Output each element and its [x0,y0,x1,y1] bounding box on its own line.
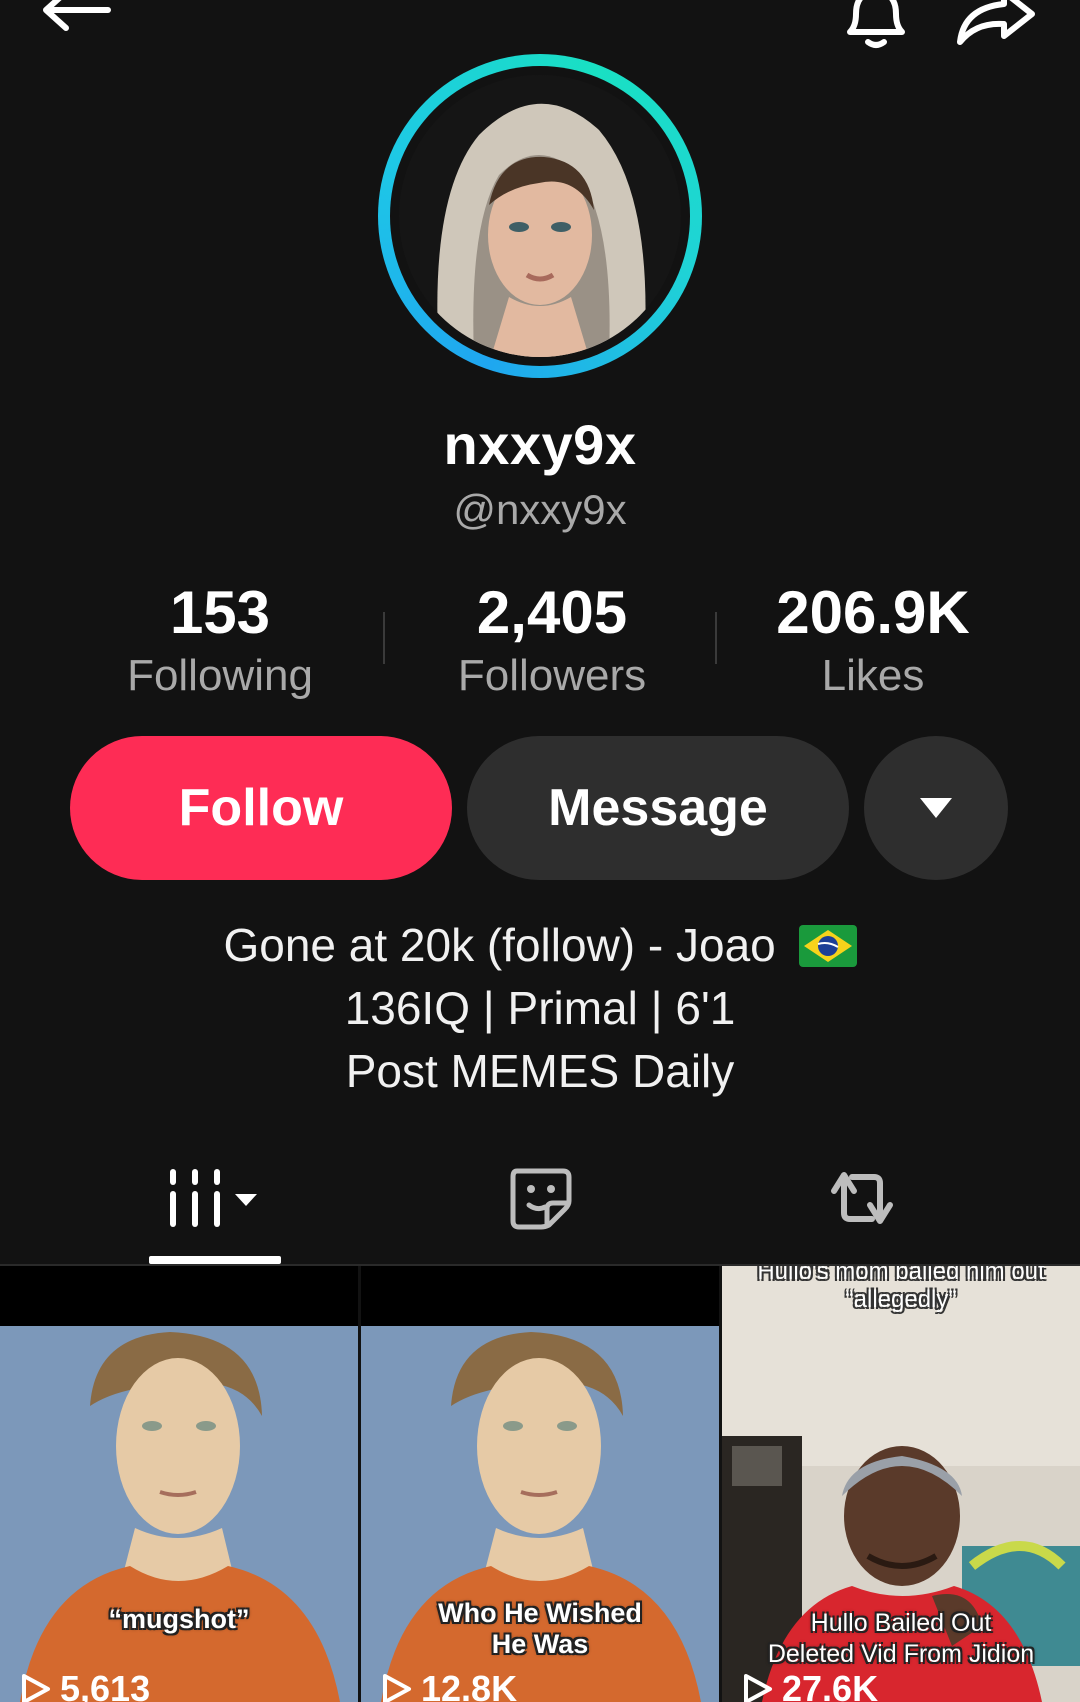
liked-sticker-icon [510,1168,572,1230]
avatar [399,75,681,357]
stat-divider [383,612,385,664]
video-thumbnail[interactable]: Hullo's mom bailed him out “allegedly” H… [722,1266,1080,1702]
caret-down-icon [920,798,952,818]
likes-label: Likes [821,651,925,700]
more-options-button[interactable] [864,736,1008,880]
following-count: 153 [169,579,271,646]
profile-tabs [0,1160,1080,1264]
play-icon [744,1674,772,1702]
following-stat[interactable]: 153 Following [100,578,340,704]
username: @nxxy9x [453,486,627,533]
view-count-text: 12.8K [421,1668,518,1702]
follow-button[interactable]: Follow [70,736,452,880]
view-count: 27.6K [740,1668,878,1702]
view-count: 12.8K [379,1668,517,1702]
bio-line-1: Gone at 20k (follow) - Joao [0,914,1080,977]
video-caption-line: Who He Wished [438,1598,642,1628]
profile-stats: 153 Following 2,405 Followers 206.9K Lik… [0,578,1080,708]
view-count: 5,613 [18,1668,150,1702]
video-thumbnail[interactable]: Who He Wished He Was 12.8K [361,1266,719,1702]
video-caption-line: Hullo Bailed Out [810,1609,992,1637]
back-button[interactable] [36,0,116,50]
display-name: nxxy9x [443,413,637,476]
video-grid: “mugshot” 5,613 Who He Wished He Was 12.… [0,1266,1080,1702]
active-tab-indicator [149,1256,281,1264]
bio: Gone at 20k (follow) - Joao 136IQ | Prim… [0,914,1080,1103]
avatar-ring-gap [390,66,690,366]
video-thumbnail[interactable]: “mugshot” 5,613 [0,1266,358,1702]
view-count-text: 27.6K [782,1668,879,1702]
tab-liked[interactable] [490,1160,590,1236]
video-top-caption-line: Hullo's mom bailed him out [757,1266,1045,1285]
bio-line-3: Post MEMES Daily [345,1045,735,1097]
bio-line-2: 136IQ | Primal | 6'1 [344,982,736,1034]
message-button[interactable]: Message [467,736,849,880]
play-icon [383,1674,411,1702]
bell-icon [847,0,905,48]
video-caption-line: He Was [491,1629,589,1659]
video-caption: Who He Wished He Was [361,1598,719,1660]
video-top-caption-line: “allegedly” [845,1286,957,1313]
back-arrow-icon [43,0,111,31]
top-bar [0,0,1080,60]
repost-icon [831,1172,893,1224]
share-button[interactable] [950,0,1040,56]
avatar-image [399,75,681,357]
video-caption: Hullo Bailed Out Deleted Vid From Jidion [722,1608,1080,1670]
tab-reposts[interactable] [812,1160,912,1236]
likes-count: 206.9K [776,579,970,646]
notification-bell-button[interactable] [836,0,916,56]
bio-line-1-text: Gone at 20k (follow) - Joao [223,919,776,971]
stat-divider [715,612,717,664]
likes-stat[interactable]: 206.9K Likes [748,578,998,704]
videos-grid-icon [170,1169,257,1227]
view-count-text: 5,613 [60,1668,151,1702]
share-arrow-icon [957,0,1035,45]
followers-label: Followers [457,651,647,700]
followers-stat[interactable]: 2,405 Followers [432,578,672,704]
following-label: Following [127,651,313,700]
play-icon [22,1674,50,1702]
video-caption: “mugshot” [108,1604,250,1634]
video-thumbnail-image [0,1266,358,1702]
tab-videos[interactable] [150,1160,280,1236]
avatar-story-ring[interactable] [378,54,702,378]
video-caption-line: Deleted Vid From Jidion [767,1640,1035,1668]
followers-count: 2,405 [476,579,628,646]
video-top-caption: Hullo's mom bailed him out “allegedly” [722,1266,1080,1314]
profile-page: nxxy9x @nxxy9x 153 Following 2,405 Follo… [0,0,1080,1702]
brazil-flag-icon [798,925,857,967]
